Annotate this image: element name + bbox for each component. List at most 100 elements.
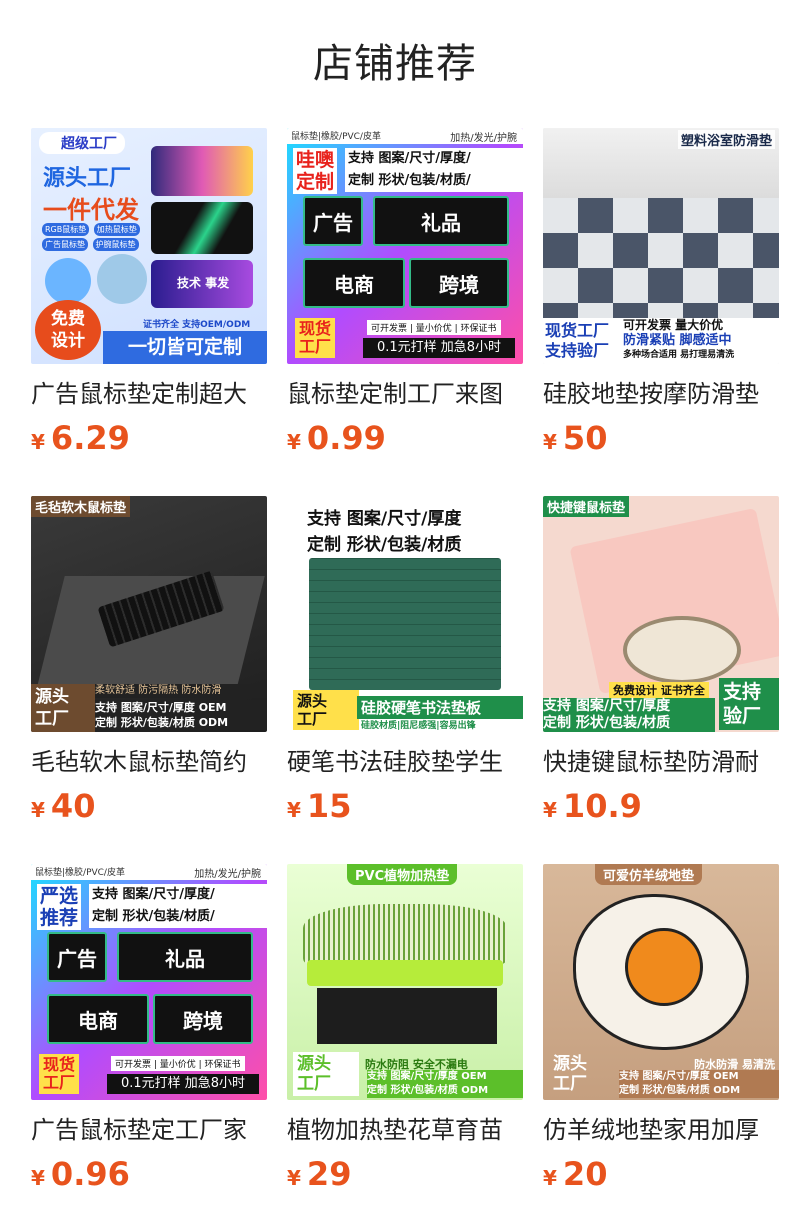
product-name[interactable]: 硬笔书法硅胶垫学生 [287,744,523,780]
currency-symbol: ¥ [31,430,45,454]
info-panel: 可开发票 量大价优 防滑紧贴 脚感适中 多种场合适用 易打理易清洗 [623,318,779,364]
promo-banner: 0.1元打样 加急8小时 [107,1074,259,1094]
price-value: 0.96 [50,1155,130,1193]
currency-symbol: ¥ [31,1166,45,1190]
headline: 支持 图案/尺寸/厚度 定制 形状/包装/材质 [307,509,462,555]
material-label: 鼠标垫|橡胶/PVC/皮革 [35,868,125,878]
price-value: 40 [50,787,96,825]
currency-symbol: ¥ [287,798,301,822]
product-price: ¥40 [31,786,95,830]
info-line: 多种场合适用 易打理易清洗 [623,350,735,360]
product-price: ¥29 [287,1154,351,1198]
info-line: 防滑紧贴 脚感适中 [623,333,732,348]
product-image[interactable]: 鼠标垫|橡胶/PVC/皮革 加热/发光/护腕 哇噢 定制 支持 图案/尺寸/厚度… [287,128,523,364]
chip-row: 可开发票 | 量小价优 | 环保证书 [111,1056,245,1071]
price-value: 10.9 [562,787,642,825]
product-image[interactable]: PVC植物加热垫 源头 工厂 防水防阻 安全不漏电 支持 图案/尺寸/厚度 OE… [287,864,523,1100]
top-strip: 鼠标垫|橡胶/PVC/皮革 加热/发光/护腕 [287,128,523,144]
category-block: 跨境 [409,258,509,308]
product-image[interactable]: 支持 图案/尺寸/厚度 定制 形状/包装/材质 源头 工厂 硅胶硬笔书法垫板 硅… [287,496,523,732]
brand-label: 超级工厂 [39,132,125,154]
mousepad-art-2 [151,202,253,254]
product-name[interactable]: 广告鼠标垫定制超大 [31,376,267,412]
factory-label: 现货工厂 支持验厂 [543,318,623,364]
currency-symbol: ¥ [543,798,557,822]
banner: 硅胶硬笔书法垫板 [357,696,523,719]
currency-symbol: ¥ [543,430,557,454]
smiley-face-art [625,928,703,1006]
category-block: 电商 [47,994,149,1044]
custom-row: 支持 图案/尺寸/厚度 OEM 定制 形状/包装/材质 ODM [95,700,267,730]
product-name[interactable]: 硅胶地垫按摩防滑垫 [543,376,779,412]
stock-label: 现货 工厂 [39,1054,80,1094]
product-price: ¥6.29 [31,418,130,462]
price-value: 15 [306,787,352,825]
currency-symbol: ¥ [543,1166,557,1190]
product-price: ¥0.99 [287,418,386,462]
free-design-badge: 免费 设计 [35,300,101,360]
headline-1: 源头工厂 [43,166,132,191]
product-image[interactable]: 快捷键鼠标垫 免费设计 证书齐全 支持 图案/尺寸/厚度 定制 形状/包装/材质… [543,496,779,732]
mid-label: 免费设计 证书齐全 [609,682,709,698]
footer-banner: 一切皆可定制 [103,331,267,364]
feature-label: 加热/发光/护腕 [194,869,261,880]
price-value: 20 [562,1155,608,1193]
category-block: 跨境 [153,994,253,1044]
product-image[interactable]: 毛毡软木鼠标垫 源头 工厂 柔软舒适 防污隔热 防水防滑 支持 图案/尺寸/厚度… [31,496,267,732]
heat-mat-art [317,988,497,1044]
side-label: 哇噢 定制 [293,148,338,194]
factory-label: 源头 工厂 [293,690,359,730]
factory-label: 源头 工厂 [553,1054,587,1094]
custom-row: 支持 图案/尺寸/厚度 定制 形状/包装/材质 [543,698,715,732]
material-label: 鼠标垫|橡胶/PVC/皮革 [291,132,381,142]
tag: 加热鼠标垫 [93,223,140,236]
tag: 护腕鼠标垫 [92,238,139,251]
product-name[interactable]: 毛毡软木鼠标垫简约 [31,744,267,780]
product-name[interactable]: 快捷键鼠标垫防滑耐 [543,744,779,780]
info-line: 可开发票 量大价优 [623,318,724,332]
custom-row: 支持 图案/尺寸/厚度 OEM 定制 形状/包装/材质 ODM [619,1070,779,1098]
product-name[interactable]: 植物加热垫花草育苗 [287,1112,523,1148]
product-image[interactable]: 塑料浴室防滑垫 现货工厂 支持验厂 可开发票 量大价优 防滑紧贴 脚感适中 多种… [543,128,779,364]
headline-2: 一件代发 [43,196,139,224]
product-image[interactable]: 鼠标垫|橡胶/PVC/皮革 加热/发光/护腕 严选 推荐 支持 图案/尺寸/厚度… [31,864,267,1100]
product-image[interactable]: 超级工厂 源头工厂 一件代发 RGB鼠标垫 加热鼠标垫 广告鼠标垫 护腕鼠标垫 … [31,128,267,364]
sprouts-art [303,904,507,964]
product-name[interactable]: 仿羊绒地垫家用加厚 [543,1112,779,1148]
top-label: PVC植物加热垫 [347,864,458,885]
price-value: 29 [306,1155,352,1193]
feature-label: 加热/发光/护腕 [450,133,517,144]
price-value: 6.29 [50,419,130,457]
promo-banner: 0.1元打样 加急8小时 [363,338,515,358]
currency-symbol: ¥ [31,798,45,822]
tag-list: RGB鼠标垫 加热鼠标垫 广告鼠标垫 护腕鼠标垫 [41,222,153,252]
side-label: 严选 推荐 [37,884,82,930]
top-label: 可爱仿羊绒地垫 [595,864,703,885]
top-strip: 鼠标垫|橡胶/PVC/皮革 加热/发光/护腕 [31,864,267,880]
chip-row: 可开发票 | 量小价优 | 环保证书 [367,320,501,335]
product-price: ¥0.96 [31,1154,130,1198]
stool-art [623,616,741,684]
round-pad-art [97,254,147,304]
character-art [45,258,91,304]
mousepad-art-1 [151,146,253,196]
product-image[interactable]: 可爱仿羊绒地垫 源头 工厂 防水防滑 易清洗 支持 图案/尺寸/厚度 OEM 定… [543,864,779,1100]
tray-art [307,960,503,986]
category-block: 礼品 [117,932,253,982]
custom-row: 支持 图案/尺寸/厚度 OEM 定制 形状/包装/材质 ODM [367,1070,523,1098]
feature-row: 柔软舒适 防污隔热 防水防滑 [95,684,267,698]
product-name[interactable]: 鼠标垫定制工厂来图 [287,376,523,412]
product-name[interactable]: 广告鼠标垫定工厂家 [31,1112,267,1148]
factory-label: 源头 工厂 [31,684,95,732]
mousepad-art-3: 技术 事发 [151,260,253,308]
category-block: 礼品 [373,196,509,246]
product-price: ¥20 [543,1154,607,1198]
side-label: 支持 验厂 [719,678,779,730]
note-text: 证书齐全 支持OEM/ODM [143,320,251,330]
headline: 支持 图案/尺寸/厚度/ 定制 形状/包装/材质/ [89,884,267,928]
category-block: 电商 [303,258,405,308]
stock-label: 现货 工厂 [295,318,336,358]
currency-symbol: ¥ [287,430,301,454]
mousepad-text: 技术 事发 [177,276,230,290]
top-label: 毛毡软木鼠标垫 [31,496,131,517]
